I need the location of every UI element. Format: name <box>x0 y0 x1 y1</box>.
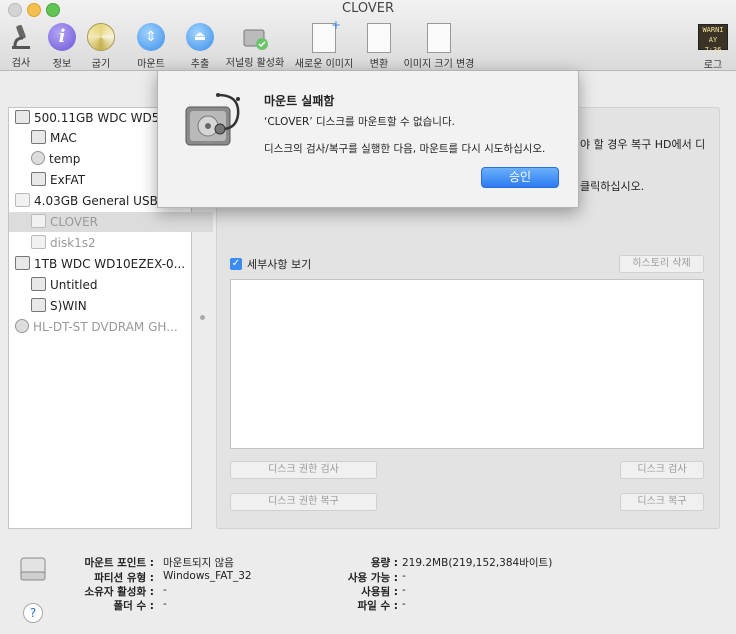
volume-icon <box>31 277 46 291</box>
hard-disk-icon <box>15 256 30 270</box>
volume-icon <box>31 151 45 165</box>
sidebar-item-dvd[interactable]: HL-DT-ST DVDRAM GH... <box>9 317 197 337</box>
resize-image-icon <box>424 23 454 53</box>
sidebar-item-untitled[interactable]: Untitled <box>9 275 213 295</box>
dialog-message: ‘CLOVER’ 디스크를 마운트할 수 없습니다. <box>264 116 455 128</box>
optical-disc-icon <box>15 319 29 333</box>
toolbar-burn[interactable]: 굽기 <box>86 22 116 70</box>
partition-type-label: 파티션 유형 : <box>94 572 154 584</box>
folders-label: 폴더 수 : <box>113 600 155 612</box>
verify-permissions-button[interactable]: 디스크 권한 검사 <box>230 461 377 479</box>
toolbar-verify[interactable]: 검사 <box>6 22 36 69</box>
microscope-icon <box>6 22 36 52</box>
volume-icon <box>31 298 46 312</box>
toolbar-convert[interactable]: 변환 <box>364 22 394 70</box>
disk-utility-icon <box>182 89 244 151</box>
used-label: 사용됨 : <box>361 586 398 598</box>
verify-disk-button[interactable]: 디스크 검사 <box>620 461 704 479</box>
info-icon: i <box>47 23 77 53</box>
toolbar-resize-image[interactable]: 이미지 크기 변경 <box>401 22 477 70</box>
toolbar-eject[interactable]: ⏏ 추출 <box>184 22 216 70</box>
eject-icon: ⏏ <box>185 23 215 53</box>
dialog-title: 마운트 실패함 <box>264 94 335 108</box>
convert-icon <box>364 23 394 53</box>
used-value: - <box>402 584 406 596</box>
sidebar-item-disk1s2[interactable]: disk1s2 <box>9 233 213 253</box>
title-bar: CLOVER 검사 i 정보 굽기 ⇕ 마운트 ⏏ 추출 저널링 활성화 + 새… <box>0 0 736 71</box>
journal-disk-icon <box>240 22 270 52</box>
folders-value: - <box>163 598 167 610</box>
usb-drive-icon <box>15 193 30 207</box>
disc-burn-icon <box>86 23 116 53</box>
details-log-area[interactable] <box>230 279 704 449</box>
toolbar-log[interactable]: WARNI AY 7:36 로그 <box>697 22 729 71</box>
panel-instruction-text-2: 클릭하십시오. <box>580 180 645 193</box>
volume-icon <box>31 172 46 186</box>
files-label: 파일 수 : <box>357 600 399 612</box>
partition-type-value: Windows_FAT_32 <box>163 570 252 582</box>
details-label: 세부사항 보기 <box>247 258 312 271</box>
owners-label: 소유자 활성화 : <box>84 586 154 598</box>
panel-instruction-text: 야 할 경우 복구 HD에서 디 <box>580 138 706 151</box>
volume-icon <box>31 130 46 144</box>
repair-permissions-button[interactable]: 디스크 권한 복구 <box>230 493 377 511</box>
sidebar-item-swin[interactable]: S)WIN <box>9 296 213 316</box>
window-title: CLOVER <box>342 1 394 16</box>
owners-value: - <box>163 584 167 596</box>
hard-disk-icon <box>15 110 30 124</box>
sidebar-item-clover[interactable]: CLOVER <box>9 212 213 232</box>
available-label: 사용 가능 : <box>347 572 398 584</box>
selected-disk-icon <box>18 554 48 584</box>
mount-failed-dialog: 마운트 실패함 ‘CLOVER’ 디스크를 마운트할 수 없습니다. 디스크의 … <box>157 70 579 208</box>
available-value: - <box>402 570 406 582</box>
log-icon: WARNI AY 7:36 <box>698 24 728 54</box>
mount-point-label: 마운트 포인트 : <box>84 557 154 569</box>
clear-history-button[interactable]: 히스토리 삭제 <box>619 255 704 273</box>
toolbar-journaling[interactable]: 저널링 활성화 <box>224 22 286 69</box>
split-view-handle[interactable] <box>200 315 205 320</box>
mount-point-value: 마운트되지 않음 <box>163 557 234 569</box>
volume-icon <box>31 235 46 249</box>
capacity-value: 219.2MB(219,152,384바이트) <box>402 557 553 569</box>
details-checkbox[interactable]: ✓ <box>230 258 242 270</box>
toolbar-info[interactable]: i 정보 <box>47 22 77 70</box>
dialog-info-text: 디스크의 검사/복구를 실행한 다음, 마운트를 다시 시도하십시오. <box>264 143 546 155</box>
new-image-icon: + <box>309 18 341 53</box>
capacity-label: 용량 : <box>370 557 398 569</box>
toolbar-mount[interactable]: ⇕ 마운트 <box>133 22 169 70</box>
sidebar-item-drive-1tb[interactable]: 1TB WDC WD10EZEX-0... <box>9 254 197 274</box>
toolbar-new-image[interactable]: + 새로운 이미지 <box>294 18 354 70</box>
volume-icon <box>31 214 46 228</box>
repair-disk-button[interactable]: 디스크 복구 <box>620 493 704 511</box>
files-value: - <box>402 598 406 610</box>
ok-button[interactable]: 승인 <box>481 167 559 188</box>
mount-icon: ⇕ <box>136 23 166 53</box>
help-button[interactable]: ? <box>23 603 43 623</box>
